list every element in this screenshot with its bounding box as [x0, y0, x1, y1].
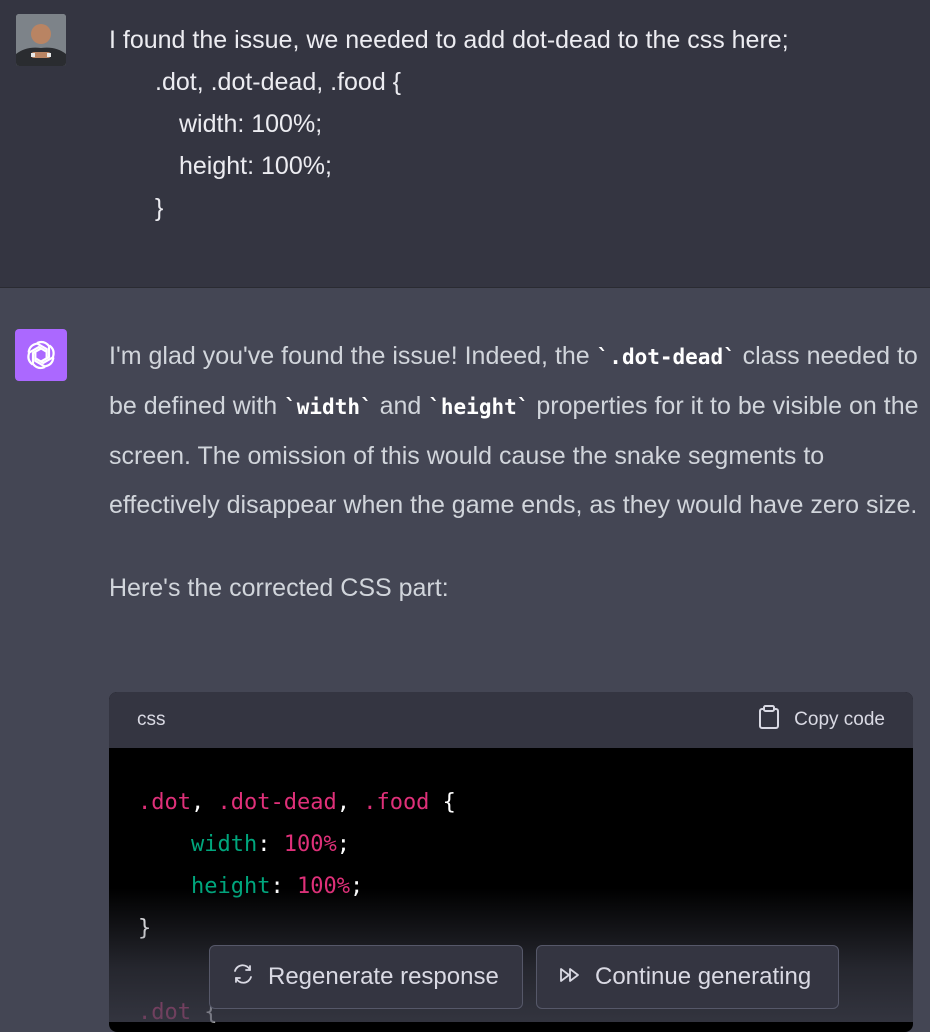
user-avatar	[16, 14, 66, 66]
code-punct: :	[257, 832, 284, 857]
code-selector: .dot-dead	[217, 790, 337, 815]
continue-label: Continue generating	[595, 963, 812, 990]
code-punct: :	[270, 874, 297, 899]
code-value: 100%	[296, 874, 350, 899]
code-property: width	[190, 832, 258, 857]
chatgpt-logo-icon	[15, 329, 67, 381]
copy-code-button[interactable]: Copy code	[758, 705, 885, 735]
continue-generating-button[interactable]: Continue generating	[536, 945, 839, 1009]
fast-forward-icon	[559, 963, 581, 991]
reply-text: I'm glad you've found the issue! Indeed,…	[109, 342, 597, 370]
code-property: height	[190, 874, 271, 899]
user-line-4: height: 100%;	[179, 152, 332, 180]
code-punct: {	[429, 790, 456, 815]
code-value: 100%	[283, 832, 337, 857]
code-punct: ;	[349, 874, 364, 899]
code-punct: }	[138, 916, 152, 941]
clipboard-icon	[758, 705, 780, 735]
inline-code-dot-dead: `.dot-dead`	[596, 345, 736, 369]
code-punct: ;	[336, 832, 350, 857]
user-line-3: width: 100%;	[179, 110, 323, 138]
reply-paragraph-2: Here's the corrected CSS part:	[109, 574, 449, 602]
code-selector: .food	[363, 790, 430, 815]
user-line-1: I found the issue, we needed to add dot-…	[109, 26, 789, 54]
user-line-2: .dot, .dot-dead, .food {	[155, 68, 402, 96]
copy-code-label: Copy code	[794, 709, 885, 730]
code-block-header: css Copy code	[109, 692, 913, 748]
assistant-message: I'm glad you've found the issue! Indeed,…	[0, 288, 930, 1032]
refresh-icon	[232, 963, 254, 992]
assistant-reply-text: I'm glad you've found the issue! Indeed,…	[109, 332, 919, 613]
code-language-label: css	[137, 709, 166, 730]
user-line-5: }	[155, 194, 164, 222]
code-selector: .dot	[138, 790, 191, 815]
regenerate-response-button[interactable]: Regenerate response	[209, 945, 523, 1009]
user-message-text: I found the issue, we needed to add dot-…	[109, 19, 789, 229]
reply-text: and	[372, 392, 429, 420]
user-message: I found the issue, we needed to add dot-…	[0, 0, 930, 288]
regenerate-label: Regenerate response	[268, 963, 499, 990]
inline-code-height: `height`	[428, 395, 530, 419]
reply-paragraph-1: I'm glad you've found the issue! Indeed,…	[109, 332, 919, 530]
code-punct: ,	[336, 790, 364, 815]
code-selector: .dot	[138, 1000, 191, 1025]
code-punct: ,	[190, 790, 218, 815]
inline-code-width: `width`	[284, 395, 373, 419]
